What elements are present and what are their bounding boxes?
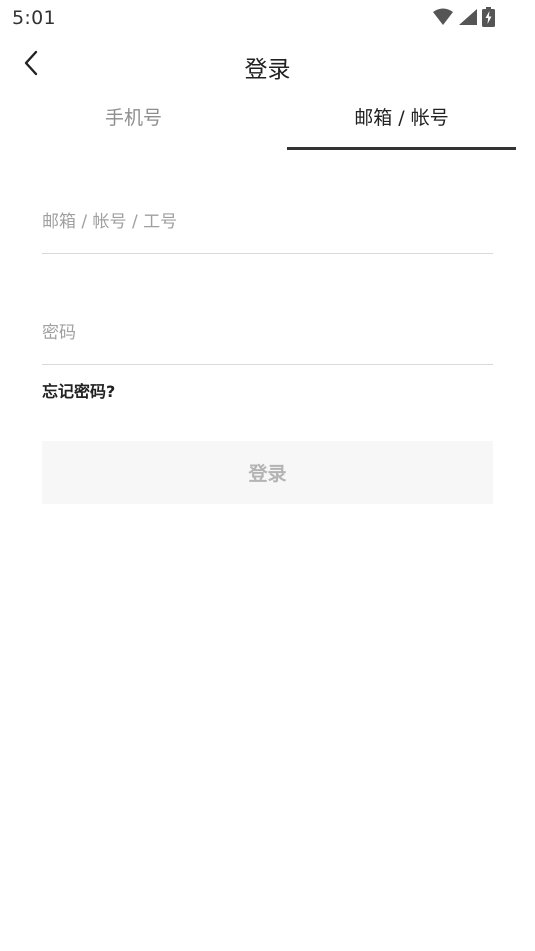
login-screen: 5:01 登录 手机号 邮箱 / 帐号 邮箱 / 帐号 / 工号 忘记密码? 登…: [0, 0, 535, 951]
tab-phone[interactable]: 手机号: [0, 98, 267, 150]
wifi-icon: [432, 8, 454, 26]
password-field: [42, 313, 493, 365]
header: 登录: [0, 40, 535, 88]
status-icons: [432, 7, 495, 27]
forgot-password-link[interactable]: 忘记密码?: [42, 378, 115, 402]
account-input[interactable]: [42, 202, 493, 242]
active-tab-indicator: [287, 147, 516, 150]
login-button[interactable]: 登录: [42, 441, 493, 504]
account-field: [42, 202, 493, 254]
login-method-tabs: 手机号 邮箱 / 帐号: [0, 98, 535, 152]
tab-email-account[interactable]: 邮箱 / 帐号: [287, 98, 516, 150]
page-title: 登录: [244, 57, 291, 83]
cell-signal-icon: [458, 8, 478, 26]
password-input[interactable]: [42, 313, 493, 353]
status-time: 5:01: [12, 7, 56, 29]
battery-charging-icon: [482, 7, 495, 27]
status-bar: 5:01: [0, 0, 535, 36]
